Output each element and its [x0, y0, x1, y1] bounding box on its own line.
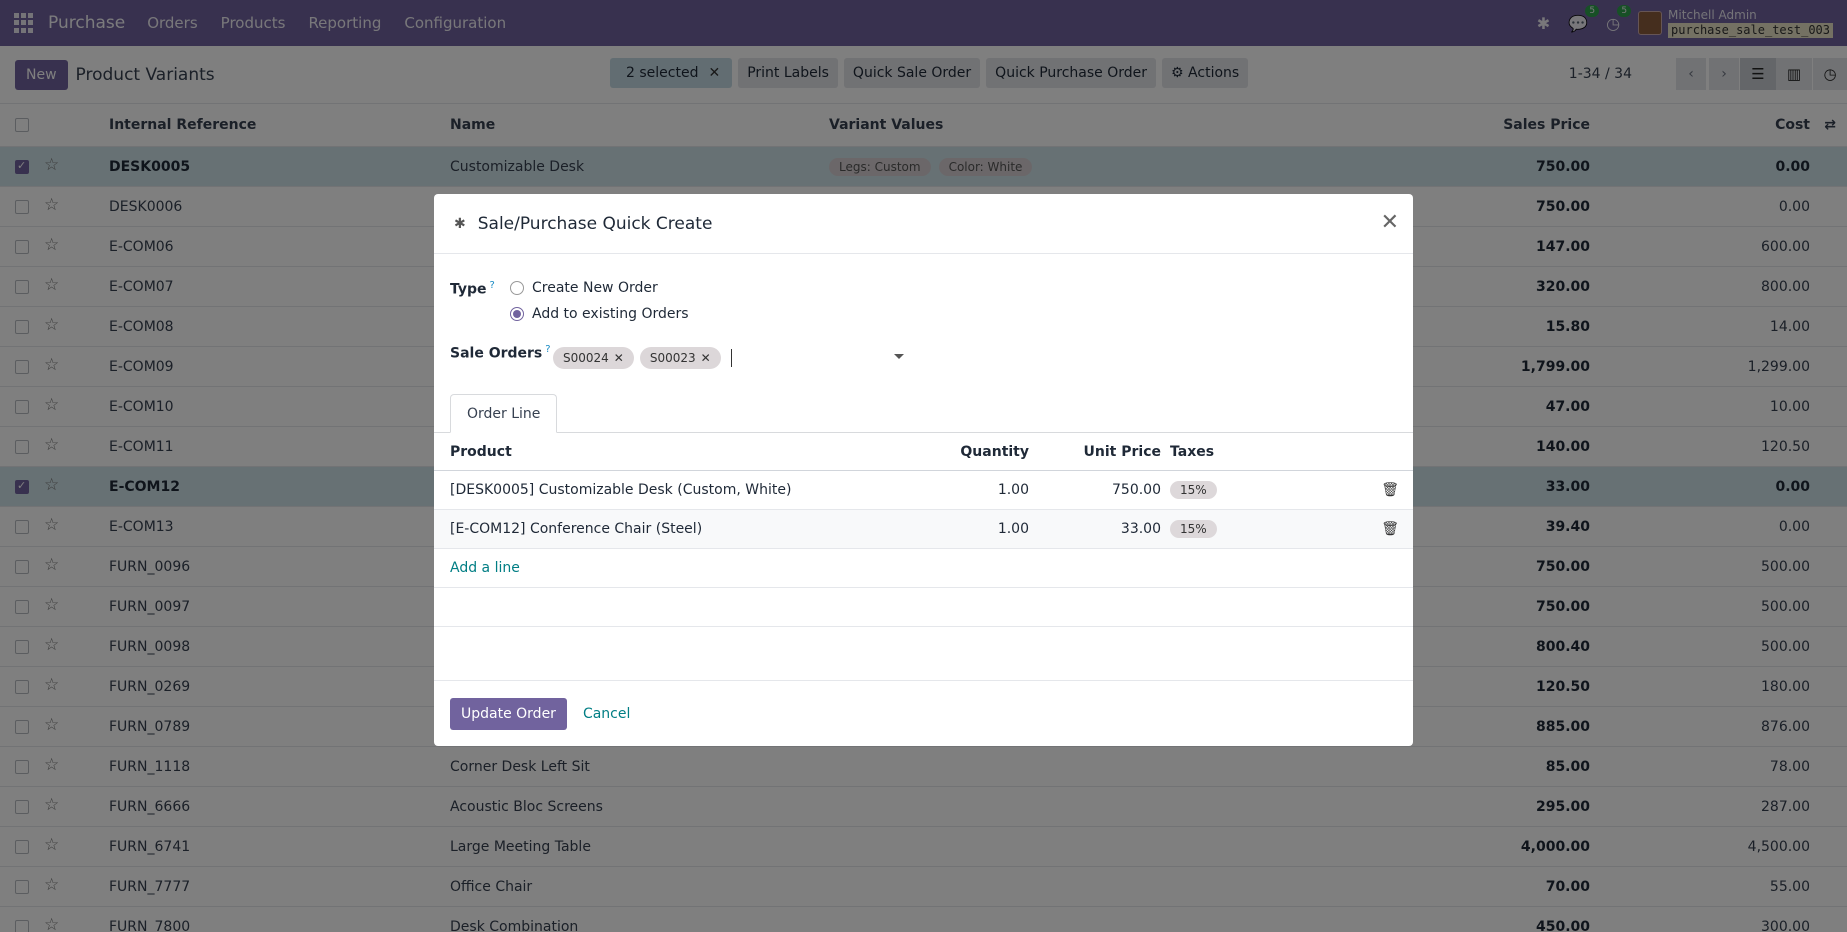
update-order-button[interactable]: Update Order: [450, 697, 567, 730]
radio-add-existing[interactable]: [510, 307, 524, 321]
tab-order-line[interactable]: Order Line: [450, 394, 558, 433]
remove-tag-icon[interactable]: ✕: [614, 351, 624, 365]
dialog-title: Sale/Purchase Quick Create: [477, 213, 713, 234]
line-tax-badge: 15%: [1170, 520, 1217, 538]
type-create-new-radio[interactable]: Create New Order: [510, 280, 658, 296]
remove-tag-icon[interactable]: ✕: [701, 351, 711, 365]
debug-bug-icon: ✱: [454, 215, 466, 232]
add-a-line-link[interactable]: Add a line: [450, 560, 520, 576]
sale-order-tag-label: S00024: [563, 351, 609, 365]
chevron-down-icon[interactable]: [894, 354, 904, 359]
close-icon[interactable]: ✕: [1381, 210, 1399, 235]
line-product[interactable]: [E-COM12] Conference Chair (Steel): [450, 521, 702, 537]
line-product[interactable]: [DESK0005] Customizable Desk (Custom, Wh…: [450, 482, 791, 498]
sale-order-tag-label: S00023: [649, 351, 696, 365]
type-label: Type?: [450, 280, 495, 298]
trash-icon[interactable]: 🗑: [1381, 482, 1399, 498]
column-product: Product: [450, 443, 512, 460]
line-quantity[interactable]: 1.00: [998, 482, 1029, 498]
type-label-text: Type: [450, 281, 487, 298]
empty-row: [434, 588, 1413, 627]
radio-create-new-label: Create New Order: [532, 280, 658, 296]
sale-orders-label-text: Sale Orders: [450, 345, 543, 362]
order-lines-header: Product Quantity Unit Price Taxes: [434, 433, 1413, 471]
line-quantity[interactable]: 1.00: [998, 521, 1029, 537]
sale-orders-many2many[interactable]: S00024 ✕ S00023 ✕: [553, 344, 907, 372]
sale-order-tag: S00023 ✕: [639, 347, 721, 369]
line-unit-price[interactable]: 750.00: [1112, 482, 1161, 498]
cancel-button[interactable]: Cancel: [581, 698, 632, 730]
radio-create-new[interactable]: [510, 281, 524, 295]
dialog-footer: Update Order Cancel: [434, 680, 1413, 746]
column-unit-price: Unit Price: [1083, 443, 1161, 460]
help-icon[interactable]: ?: [545, 344, 550, 355]
column-taxes: Taxes: [1170, 443, 1215, 460]
radio-add-existing-label: Add to existing Orders: [532, 306, 689, 322]
column-quantity: Quantity: [960, 443, 1029, 460]
type-add-existing-radio[interactable]: Add to existing Orders: [510, 306, 689, 322]
quick-create-dialog: ✱ Sale/Purchase Quick Create ✕ Type? Cre…: [434, 194, 1413, 746]
order-lines-table: Product Quantity Unit Price Taxes [DESK0…: [434, 433, 1413, 627]
line-tax-badge: 15%: [1170, 481, 1217, 499]
add-line-row: Add a line: [434, 549, 1413, 588]
sale-orders-input[interactable]: [730, 349, 732, 367]
dialog-header: ✱ Sale/Purchase Quick Create ✕: [434, 194, 1413, 254]
trash-icon[interactable]: 🗑: [1381, 521, 1399, 537]
help-icon[interactable]: ?: [490, 280, 495, 291]
sale-order-tag: S00024 ✕: [553, 347, 634, 369]
order-line-row[interactable]: [DESK0005] Customizable Desk (Custom, Wh…: [434, 471, 1413, 510]
order-line-row[interactable]: [E-COM12] Conference Chair (Steel) 1.00 …: [434, 510, 1413, 549]
line-unit-price[interactable]: 33.00: [1121, 521, 1161, 537]
sale-orders-label: Sale Orders?: [450, 344, 551, 362]
dialog-tabs: Order Line: [434, 394, 1413, 433]
